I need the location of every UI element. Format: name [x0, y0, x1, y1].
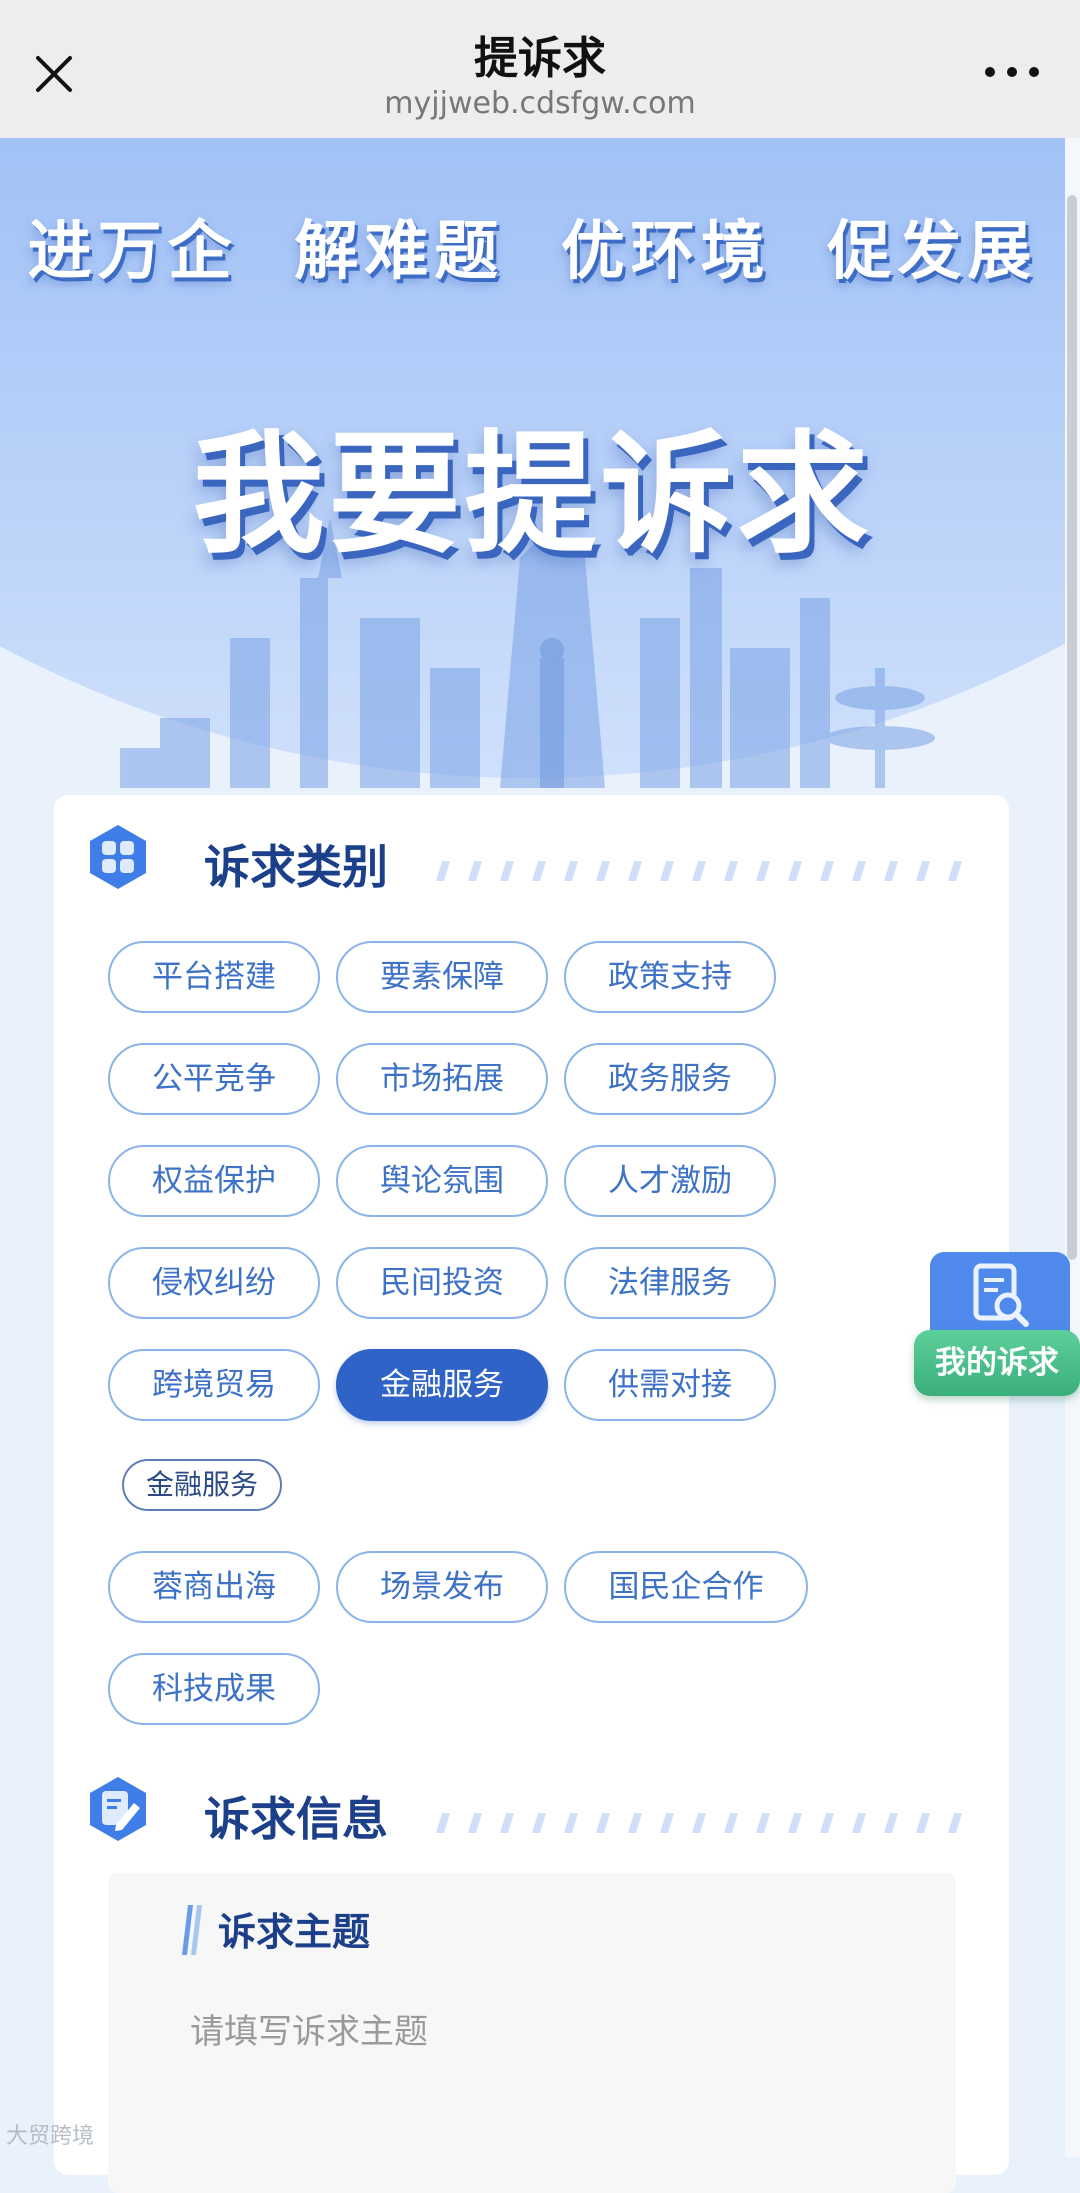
- subtag-financial-service[interactable]: 金融服务: [122, 1459, 282, 1511]
- page-title: 提诉求: [474, 33, 606, 84]
- tag-fair-competition[interactable]: 公平竞争: [108, 1043, 320, 1115]
- decorative-stripes: [436, 1813, 962, 1833]
- my-requests-button[interactable]: 我的诉求: [910, 1252, 1080, 1400]
- tag-public-opinion[interactable]: 舆论氛围: [336, 1145, 548, 1217]
- hero-title: 我要提诉求: [192, 418, 873, 572]
- tag-policy-support[interactable]: 政策支持: [564, 941, 776, 1013]
- tag-government-service[interactable]: 政务服务: [564, 1043, 776, 1115]
- more-options-icon[interactable]: [982, 60, 1042, 84]
- field-label-marker: [182, 1905, 202, 1955]
- subject-field-label: 诉求主题: [218, 1910, 371, 1954]
- tag-financial-service[interactable]: 金融服务: [336, 1349, 548, 1421]
- tag-cross-border-trade[interactable]: 跨境贸易: [108, 1349, 320, 1421]
- my-requests-label-area: 我的诉求: [914, 1330, 1080, 1396]
- tag-tech-achievements[interactable]: 科技成果: [108, 1653, 320, 1725]
- tag-talent-incentive[interactable]: 人才激励: [564, 1145, 776, 1217]
- tag-factor-guarantee[interactable]: 要素保障: [336, 941, 548, 1013]
- page-url: myjjweb.cdsfgw.com: [384, 86, 696, 121]
- hero-slogan: 进万企 解难题 优环境 促发展: [27, 215, 1038, 289]
- category-section-title: 诉求类别: [204, 840, 388, 894]
- info-section-header: 诉求信息: [82, 1773, 982, 1853]
- top-navigation-bar: 提诉求 myjjweb.cdsfgw.com: [0, 0, 1080, 138]
- decorative-stripes: [436, 861, 962, 881]
- subject-input[interactable]: [188, 2001, 892, 2063]
- tag-legal-service[interactable]: 法律服务: [564, 1247, 776, 1319]
- tag-rights-protection[interactable]: 权益保护: [108, 1145, 320, 1217]
- edit-document-icon: [90, 1777, 146, 1841]
- tag-scene-release[interactable]: 场景发布: [336, 1551, 548, 1623]
- scrollbar-thumb[interactable]: [1067, 195, 1077, 1260]
- document-search-icon: [973, 1263, 1029, 1327]
- info-section-title: 诉求信息: [204, 1792, 388, 1846]
- tag-infringement-dispute[interactable]: 侵权纠纷: [108, 1247, 320, 1319]
- subject-field-group: 诉求主题: [108, 1873, 956, 2193]
- tag-platform-building[interactable]: 平台搭建: [108, 941, 320, 1013]
- my-requests-icon-area: [930, 1252, 1070, 1340]
- tag-rongshang-overseas[interactable]: 蓉商出海: [108, 1551, 320, 1623]
- hero-banner: 进万企 解难题 优环境 促发展 我要提诉求: [0, 138, 1065, 788]
- my-requests-label: 我的诉求: [935, 1345, 1059, 1381]
- tag-state-private-cooperation[interactable]: 国民企合作: [564, 1551, 808, 1623]
- watermark: 大贸跨境: [6, 2124, 95, 2149]
- tag-market-expansion[interactable]: 市场拓展: [336, 1043, 548, 1115]
- tag-private-investment[interactable]: 民间投资: [336, 1247, 548, 1319]
- category-section-header: 诉求类别: [82, 821, 982, 901]
- request-form-card: 诉求类别 平台搭建 要素保障 政策支持 公平竞争 市场拓展 政务服务 权益保护 …: [54, 795, 1009, 2193]
- tag-supply-demand[interactable]: 供需对接: [564, 1349, 776, 1421]
- category-grid-icon: [90, 825, 146, 889]
